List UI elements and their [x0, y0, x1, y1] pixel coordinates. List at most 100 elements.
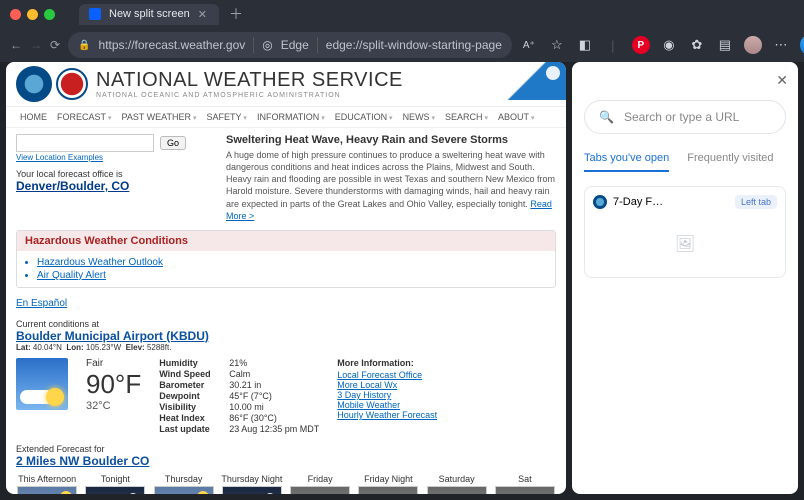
nav-item[interactable]: PAST WEATHER	[117, 110, 200, 124]
pinterest-icon[interactable]: P	[632, 36, 650, 54]
espanol-link[interactable]: En Español	[16, 298, 67, 309]
tab-frequently-visited[interactable]: Frequently visited	[687, 152, 773, 172]
period-label: Sat	[494, 474, 556, 484]
period-label: Saturday	[426, 474, 488, 484]
nav-item[interactable]: ABOUT	[494, 110, 538, 124]
period-label: Tonight	[84, 474, 146, 484]
address-bar[interactable]: 🔒 https://forecast.weather.gov ◎ Edge ed…	[68, 32, 512, 58]
search-box[interactable]: 🔍 Search or type a URL	[584, 100, 786, 134]
metric-value: Calm	[229, 369, 319, 379]
more-info-link[interactable]: Mobile Weather	[337, 400, 437, 410]
window-maximize[interactable]	[44, 9, 55, 20]
reload-button[interactable]: ⟳	[50, 34, 60, 56]
star-icon[interactable]: ☆	[548, 36, 566, 54]
card-badge: Left tab	[735, 195, 777, 209]
more-info-link[interactable]: Local Forecast Office	[337, 370, 437, 380]
more-info-link[interactable]: Hourly Weather Forecast	[337, 410, 437, 420]
period-weather-icon	[222, 486, 282, 494]
browser-tab[interactable]: New split screen ✕	[79, 4, 219, 25]
collections-icon[interactable]: ▤	[716, 36, 734, 54]
period-label: Friday Night	[357, 474, 419, 484]
nws-logo[interactable]	[56, 68, 88, 100]
more-info-heading: More Information:	[337, 358, 437, 368]
period-weather-icon	[427, 486, 487, 494]
bing-button[interactable]	[800, 34, 804, 56]
tab-open-tabs[interactable]: Tabs you've open	[584, 152, 669, 172]
metric-value: 86°F (30°C)	[229, 413, 319, 423]
image-placeholder-icon: 🖼	[593, 219, 777, 269]
forecast-period[interactable]: This Afternoon	[16, 474, 78, 494]
go-button[interactable]: Go	[160, 136, 186, 150]
hazard-link[interactable]: Air Quality Alert	[37, 270, 106, 281]
noaa-logo[interactable]	[16, 66, 52, 102]
forecast-period[interactable]: Friday Night	[357, 474, 419, 494]
metric-label: Last update	[159, 424, 229, 434]
nav-item[interactable]: EDUCATION	[331, 110, 397, 124]
period-weather-icon	[17, 486, 77, 494]
forecast-period[interactable]: Sat	[494, 474, 556, 494]
card-favicon	[593, 195, 607, 209]
text-size-icon[interactable]: A⁺	[520, 36, 538, 54]
lon-value: 105.23°W	[86, 343, 121, 352]
local-office-link[interactable]: Denver/Boulder, CO	[16, 179, 129, 193]
station-link[interactable]: Boulder Municipal Airport (KBDU)	[16, 329, 209, 343]
nav-item[interactable]: INFORMATION	[253, 110, 329, 124]
metric-value: 45°F (7°C)	[229, 391, 319, 401]
metric-label: Barometer	[159, 380, 229, 390]
metric-label: Dewpoint	[159, 391, 229, 401]
new-tab-button[interactable]: ＋	[223, 4, 249, 24]
window-minimize[interactable]	[27, 9, 38, 20]
close-icon[interactable]: ✕	[776, 72, 788, 89]
forecast-period[interactable]: Saturday	[426, 474, 488, 494]
forecast-period[interactable]: Thursday Night	[221, 474, 283, 494]
period-label: Thursday Night	[221, 474, 283, 484]
view-examples-link[interactable]: View Location Examples	[16, 153, 103, 162]
more-info-link[interactable]: More Local Wx	[337, 380, 437, 390]
window-close[interactable]	[10, 9, 21, 20]
nav-item[interactable]: NEWS	[399, 110, 439, 124]
condition-text: Fair	[86, 358, 141, 369]
location-search-input[interactable]	[16, 134, 154, 152]
period-weather-icon	[290, 486, 350, 494]
url-text: https://forecast.weather.gov	[99, 38, 246, 52]
period-label: Friday	[289, 474, 351, 484]
hazard-link[interactable]: Hazardous Weather Outlook	[37, 257, 163, 268]
edge-label: Edge	[281, 38, 309, 52]
card-title: 7-Day F…	[613, 196, 663, 208]
temperature-c: 32°C	[86, 400, 141, 412]
lon-label: Lon:	[66, 343, 83, 352]
metric-label: Humidity	[159, 358, 229, 368]
extended-location-link[interactable]: 2 Miles NW Boulder CO	[16, 454, 149, 468]
conditions-label: Current conditions at	[16, 319, 556, 329]
edge-url: edge://split-window-starting-page	[326, 38, 502, 52]
nav-item[interactable]: HOME	[16, 110, 51, 124]
site-subtitle: NATIONAL OCEANIC AND ATMOSPHERIC ADMINIS…	[96, 92, 403, 99]
period-label: This Afternoon	[16, 474, 78, 484]
nav-item[interactable]: SAFETY	[202, 110, 250, 124]
divider: |	[604, 36, 622, 54]
extension-icon[interactable]: ◉	[660, 36, 678, 54]
more-icon[interactable]: ⋯	[772, 36, 790, 54]
separator	[253, 37, 254, 53]
top-headline: Sweltering Heat Wave, Heavy Rain and Sev…	[226, 134, 556, 146]
tab-title: New split screen	[109, 8, 190, 20]
forecast-period[interactable]: Friday	[289, 474, 351, 494]
forward-button[interactable]: →	[30, 34, 42, 56]
forecast-period[interactable]: Tonight	[84, 474, 146, 494]
forecast-period[interactable]: Thursday	[153, 474, 215, 494]
split-screen-icon[interactable]: ◧	[576, 36, 594, 54]
metric-value: 21%	[229, 358, 319, 368]
open-tab-card[interactable]: 7-Day F… Left tab 🖼	[584, 186, 786, 278]
back-button[interactable]: ←	[10, 34, 22, 56]
nav-item[interactable]: SEARCH	[441, 110, 492, 124]
nav-item[interactable]: FORECAST	[53, 110, 115, 124]
profile-avatar[interactable]	[744, 36, 762, 54]
medallion-icon	[546, 66, 560, 80]
settings-gear-icon[interactable]: ✿	[688, 36, 706, 54]
period-weather-icon	[358, 486, 418, 494]
site-title: NATIONAL WEATHER SERVICE	[96, 69, 403, 92]
tab-close-icon[interactable]: ✕	[198, 8, 207, 21]
local-office-label: Your local forecast office is	[16, 169, 186, 179]
more-info-link[interactable]: 3 Day History	[337, 390, 437, 400]
hazard-heading: Hazardous Weather Conditions	[17, 231, 555, 251]
